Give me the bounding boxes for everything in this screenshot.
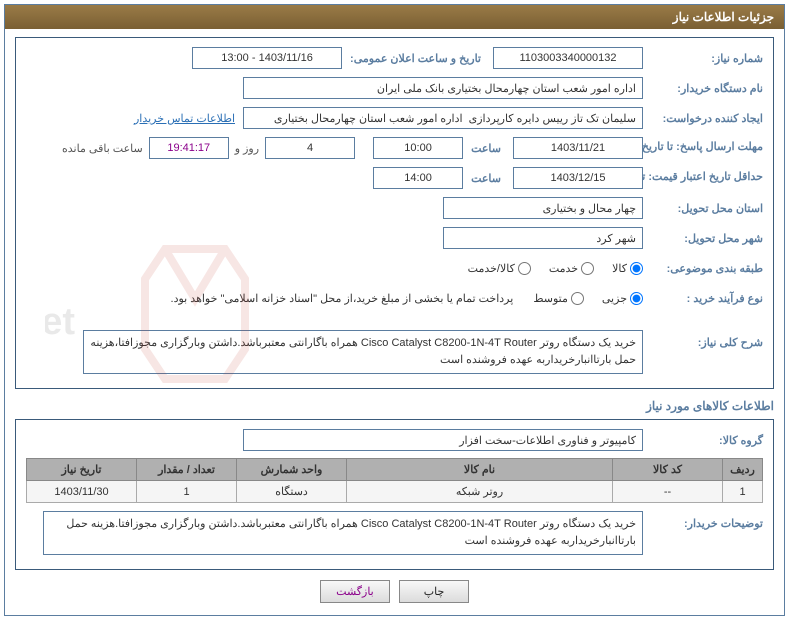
cell-unit: دستگاه <box>237 481 347 503</box>
th-unit: واحد شمارش <box>237 459 347 481</box>
items-table: ردیف کد کالا نام کالا واحد شمارش تعداد /… <box>26 458 763 503</box>
buyer-desc-label: توضیحات خریدار: <box>643 511 763 530</box>
th-row: ردیف <box>723 459 763 481</box>
th-name: نام کالا <box>347 459 613 481</box>
category-khadamat-option[interactable]: خدمت <box>549 262 594 275</box>
price-validity-date-field[interactable] <box>513 167 643 189</box>
cell-row: 1 <box>723 481 763 503</box>
days-remaining-field <box>265 137 355 159</box>
requester-field[interactable] <box>243 107 643 129</box>
need-number-label: شماره نیاز: <box>643 52 763 65</box>
days-and-label: روز و <box>235 142 259 155</box>
process-jozei-radio[interactable] <box>630 292 643 305</box>
announce-datetime-label: تاریخ و ساعت اعلان عمومی: <box>346 52 481 65</box>
summary-label: شرح کلی نیاز: <box>643 330 763 349</box>
product-group-field[interactable] <box>243 429 643 451</box>
product-group-label: گروه کالا: <box>643 434 763 447</box>
buyer-desc-textarea[interactable] <box>43 511 643 555</box>
buyer-org-field[interactable] <box>243 77 643 99</box>
delivery-province-field[interactable] <box>443 197 643 219</box>
print-button[interactable]: چاپ <box>399 580 469 603</box>
table-row: 1 -- روتر شبکه دستگاه 1 1403/11/30 <box>27 481 763 503</box>
th-code: کد کالا <box>613 459 723 481</box>
main-info-section: شماره نیاز: تاریخ و ساعت اعلان عمومی: نا… <box>15 37 774 389</box>
process-radio-group: جزیی متوسط <box>519 292 643 305</box>
category-label: طبقه بندی موضوعی: <box>643 262 763 275</box>
need-number-field[interactable] <box>493 47 643 69</box>
back-button[interactable]: بازگشت <box>320 580 390 603</box>
delivery-city-field[interactable] <box>443 227 643 249</box>
remaining-suffix-label: ساعت باقی مانده <box>62 142 143 155</box>
requester-label: ایجاد کننده درخواست: <box>643 112 763 125</box>
payment-note: پرداخت تمام یا بخشی از مبلغ خرید،از محل … <box>171 292 514 305</box>
category-radio-group: کالا خدمت کالا/خدمت <box>454 262 643 275</box>
saat-label-1: ساعت <box>467 142 501 155</box>
th-qty: تعداد / مقدار <box>137 459 237 481</box>
panel-title: جزئیات اطلاعات نیاز <box>5 5 784 29</box>
th-date: تاریخ نیاز <box>27 459 137 481</box>
response-deadline-label: مهلت ارسال پاسخ: تا تاریخ: <box>643 141 763 154</box>
price-validity-label: حداقل تاریخ اعتبار قیمت: تا تاریخ: <box>643 171 763 184</box>
category-kala-option[interactable]: کالا <box>612 262 643 275</box>
buyer-contact-link[interactable]: اطلاعات تماس خریدار <box>134 112 235 125</box>
price-validity-time-field[interactable] <box>373 167 463 189</box>
category-kala-radio[interactable] <box>630 262 643 275</box>
goods-info-section: گروه کالا: ردیف کد کالا نام کالا واحد شم… <box>15 419 774 570</box>
category-kala-khadamat-radio[interactable] <box>518 262 531 275</box>
cell-name: روتر شبکه <box>347 481 613 503</box>
category-kala-khadamat-option[interactable]: کالا/خدمت <box>468 262 531 275</box>
response-deadline-date-field[interactable] <box>513 137 643 159</box>
cell-qty: 1 <box>137 481 237 503</box>
details-panel: جزئیات اطلاعات نیاز AriaTender.net شماره… <box>4 4 785 616</box>
time-remaining-field <box>149 137 229 159</box>
response-deadline-time-field[interactable] <box>373 137 463 159</box>
saat-label-2: ساعت <box>467 172 501 185</box>
process-type-label: نوع فرآیند خرید : <box>643 292 763 305</box>
summary-textarea[interactable] <box>83 330 643 374</box>
delivery-city-label: شهر محل تحویل: <box>643 232 763 245</box>
process-jozei-option[interactable]: جزیی <box>602 292 643 305</box>
goods-info-title: اطلاعات کالاهای مورد نیاز <box>17 399 774 413</box>
cell-date: 1403/11/30 <box>27 481 137 503</box>
cell-code: -- <box>613 481 723 503</box>
announce-datetime-field[interactable] <box>192 47 342 69</box>
buyer-org-label: نام دستگاه خریدار: <box>643 82 763 95</box>
category-khadamat-radio[interactable] <box>581 262 594 275</box>
button-row: چاپ بازگشت <box>15 580 774 603</box>
process-motevaset-radio[interactable] <box>571 292 584 305</box>
delivery-province-label: استان محل تحویل: <box>643 202 763 215</box>
process-motevaset-option[interactable]: متوسط <box>533 292 584 305</box>
